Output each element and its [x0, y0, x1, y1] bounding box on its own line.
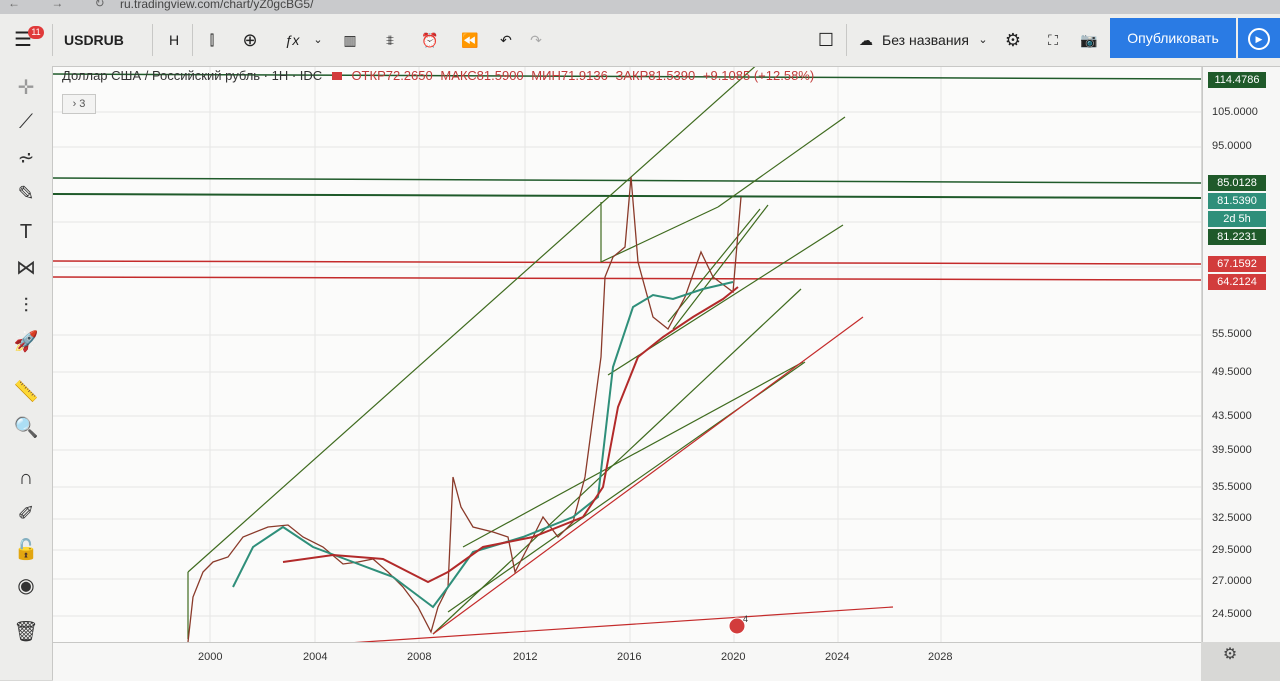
trash-icon[interactable]: 🗑: [12, 618, 40, 646]
lock-drawing-icon[interactable]: ✐: [12, 500, 40, 528]
time-label: 2004: [303, 651, 328, 663]
level-line-67[interactable]: [52, 260, 1202, 265]
browser-nav-icons[interactable]: ← → ↻: [8, 0, 119, 10]
price-tag-current: 81.5390: [1208, 193, 1266, 209]
magnet-icon[interactable]: ∩: [12, 464, 40, 492]
time-label: 2012: [513, 651, 538, 663]
legend-title[interactable]: Доллар США / Российский рубль · 1H · IDC: [62, 68, 322, 83]
crosshair-icon[interactable]: ✛: [12, 74, 40, 102]
undo-icon[interactable]: ↶: [496, 26, 516, 54]
settings-gear-icon[interactable]: ⚙: [1000, 26, 1026, 54]
notification-badge: 11: [28, 26, 44, 39]
axis-settings-gear-icon[interactable]: ⚙: [1220, 644, 1240, 664]
long-support-line[interactable]: [317, 606, 894, 646]
time-label: 2024: [825, 651, 850, 663]
chart-area[interactable]: 4: [52, 61, 1202, 646]
time-label: 2016: [617, 651, 642, 663]
level-line-81[interactable]: [52, 193, 1202, 199]
compare-icon[interactable]: ⊕: [238, 26, 262, 54]
indicators-count: 3: [79, 98, 86, 110]
time-label: 2028: [928, 651, 953, 663]
alert-icon[interactable]: ⏰: [418, 26, 442, 54]
price-tag-67: 67.1592: [1208, 256, 1266, 272]
level-line-64[interactable]: [52, 276, 1202, 281]
price-label: 29.5000: [1212, 544, 1252, 556]
redo-icon[interactable]: ↷: [526, 26, 546, 54]
legend-open: ОТКР72.2650: [351, 68, 433, 83]
price-tag-85: 85.0128: [1208, 175, 1266, 191]
snapshot-camera-icon[interactable]: 📷: [1076, 26, 1102, 54]
trendline-icon[interactable]: ⟋: [12, 108, 40, 136]
legend-change: +9.1085 (+12.58%): [702, 68, 815, 83]
time-label: 2008: [407, 651, 432, 663]
ruler-icon[interactable]: 📏: [12, 378, 40, 406]
divider: [52, 24, 53, 56]
fullscreen-layout-icon[interactable]: ☐: [814, 26, 838, 54]
countdown-tag: 2d 5h: [1208, 211, 1266, 227]
price-tag-81: 81.2231: [1208, 229, 1266, 245]
symbol-search[interactable]: USDRUB: [64, 26, 124, 54]
play-icon: ▶: [1248, 28, 1270, 50]
divider: [846, 24, 847, 56]
prediction-tools-icon[interactable]: ⫶: [12, 292, 40, 320]
drawing-toolbar: ✛ ⟋ ⩫ ✎ T ⋈ ⫶ 🚀 📏 🔍 ∩ ✐ 🔓 ◉ 🗑: [0, 66, 53, 680]
price-candles-series: [187, 176, 742, 643]
top-toolbar: ☰ 11 USDRUB H ⫿ ⊕ ƒx ⌄ ▥ ⩨ ⏰ ⏪ ↶ ↷ ☐ ☁ Б…: [0, 14, 1280, 67]
price-tag-114: 114.4786: [1208, 72, 1266, 88]
chart-canvas[interactable]: 4: [52, 61, 1202, 646]
support-line-red[interactable]: [432, 316, 864, 635]
chevron-down-icon[interactable]: ⌄: [310, 26, 326, 54]
financials-icon[interactable]: ⩨: [378, 26, 402, 54]
trend-channel[interactable]: [187, 61, 846, 639]
zoom-in-icon[interactable]: 🔍: [12, 414, 40, 442]
interval-button[interactable]: H: [162, 26, 186, 54]
replay-icon[interactable]: ⏪: [458, 26, 482, 54]
price-label: 24.5000: [1212, 608, 1252, 620]
rocket-icon[interactable]: 🚀: [12, 328, 40, 356]
patterns-icon[interactable]: ⋈: [12, 254, 40, 282]
legend-high: МАКС81.5900: [440, 68, 524, 83]
price-label: 105.0000: [1212, 106, 1258, 118]
brush-icon[interactable]: ✎: [12, 180, 40, 208]
event-flag-count: 4: [743, 614, 748, 624]
price-label: 43.5000: [1212, 410, 1252, 422]
unlock-icon[interactable]: 🔓: [12, 536, 40, 564]
price-label: 35.5000: [1212, 481, 1252, 493]
grid: [53, 67, 1201, 642]
chart-legend: Доллар США / Российский рубль · 1H · IDC…: [62, 68, 814, 83]
price-label: 27.0000: [1212, 575, 1252, 587]
fib-tools-icon[interactable]: ⩫: [12, 144, 40, 172]
layout-name[interactable]: Без названия: [882, 26, 972, 54]
status-flag-icon: [331, 72, 342, 80]
templates-icon[interactable]: ▥: [338, 26, 362, 54]
price-tag-64: 64.2124: [1208, 274, 1266, 290]
time-label: 2020: [721, 651, 746, 663]
bar-style-icon[interactable]: ⫿: [200, 26, 224, 54]
time-label: 2000: [198, 651, 223, 663]
price-label: 55.5000: [1212, 328, 1252, 340]
publish-button[interactable]: Опубликовать: [1110, 18, 1236, 58]
browser-url[interactable]: ru.tradingview.com/chart/yZ0gcBG5/: [120, 0, 313, 11]
price-label: 49.5000: [1212, 366, 1252, 378]
legend-low: МИН71.9136: [531, 68, 608, 83]
price-label: 95.0000: [1212, 140, 1252, 152]
price-label: 39.5000: [1212, 444, 1252, 456]
divider: [192, 24, 193, 56]
indicators-icon[interactable]: ƒx: [280, 26, 304, 54]
text-tool-icon[interactable]: T: [12, 218, 40, 246]
indicators-collapse-button[interactable]: › 3: [62, 94, 96, 114]
publish-options-button[interactable]: ▶: [1238, 18, 1280, 58]
cloud-icon[interactable]: ☁: [854, 26, 878, 54]
browser-bar: ← → ↻ ru.tradingview.com/chart/yZ0gcBG5/: [0, 0, 1280, 14]
legend-close: ЗАКР81.5390: [615, 68, 696, 83]
divider: [152, 24, 153, 56]
price-label: 32.5000: [1212, 512, 1252, 524]
eye-icon[interactable]: ◉: [12, 572, 40, 600]
fullscreen-icon[interactable]: ⛶: [1040, 26, 1066, 54]
chevron-down-icon[interactable]: ⌄: [976, 26, 990, 54]
